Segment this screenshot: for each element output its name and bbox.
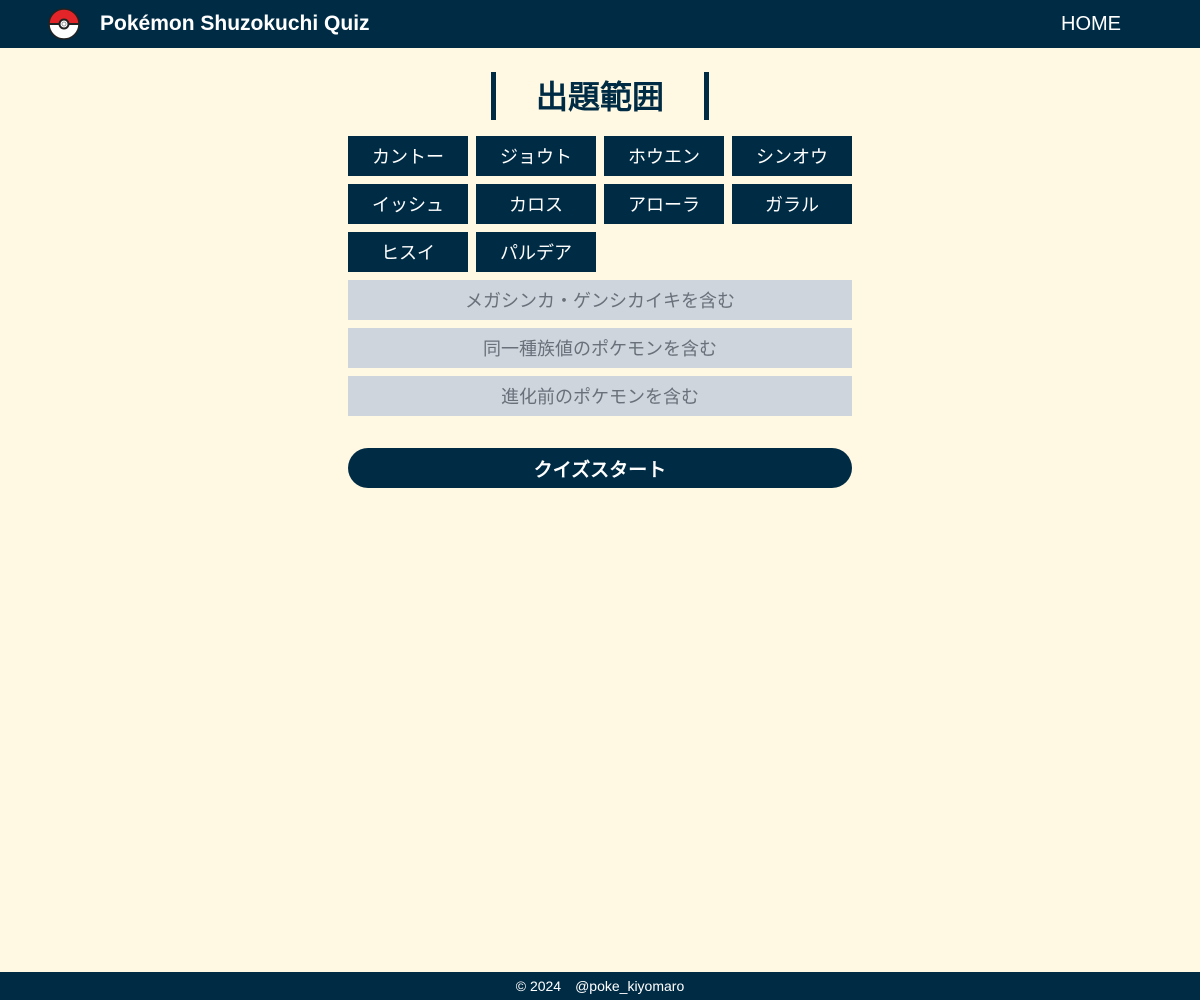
top-navbar: Pokémon Shuzokuchi Quiz HOME	[0, 0, 1200, 48]
region-button-kanto[interactable]: カントー	[348, 136, 468, 176]
option-same-stats-toggle[interactable]: 同一種族値のポケモンを含む	[348, 328, 852, 368]
pokeball-icon	[48, 8, 80, 40]
brand-name: Pokémon Shuzokuchi Quiz	[100, 12, 370, 35]
region-button-unova[interactable]: イッシュ	[348, 184, 468, 224]
region-button-paldea[interactable]: パルデア	[476, 232, 596, 272]
footer: © 2024 @poke_kiyomaro	[0, 972, 1200, 1000]
heading-wrap: 出題範囲	[348, 72, 852, 120]
option-pre-evolution-toggle[interactable]: 進化前のポケモンを含む	[348, 376, 852, 416]
quiz-start-button[interactable]: クイズスタート	[348, 448, 852, 488]
region-button-sinnoh[interactable]: シンオウ	[732, 136, 852, 176]
footer-handle-link[interactable]: @poke_kiyomaro	[575, 978, 684, 994]
region-button-alola[interactable]: アローラ	[604, 184, 724, 224]
region-button-hoenn[interactable]: ホウエン	[604, 136, 724, 176]
region-button-galar[interactable]: ガラル	[732, 184, 852, 224]
brand-link[interactable]: Pokémon Shuzokuchi Quiz	[48, 0, 370, 48]
footer-copyright: © 2024	[515, 978, 562, 994]
option-mega-primal-toggle[interactable]: メガシンカ・ゲンシカイキを含む	[348, 280, 852, 320]
quiz-settings: 出題範囲 カントー ジョウト ホウエン シンオウ イッシュ カロス アローラ ガ…	[348, 72, 852, 488]
region-button-grid: カントー ジョウト ホウエン シンオウ イッシュ カロス アローラ ガラル ヒス…	[348, 136, 852, 272]
region-button-kalos[interactable]: カロス	[476, 184, 596, 224]
region-button-johto[interactable]: ジョウト	[476, 136, 596, 176]
page-title: 出題範囲	[490, 72, 709, 120]
region-button-hisui[interactable]: ヒスイ	[348, 232, 468, 272]
nav-home-link[interactable]: HOME	[1061, 0, 1121, 48]
